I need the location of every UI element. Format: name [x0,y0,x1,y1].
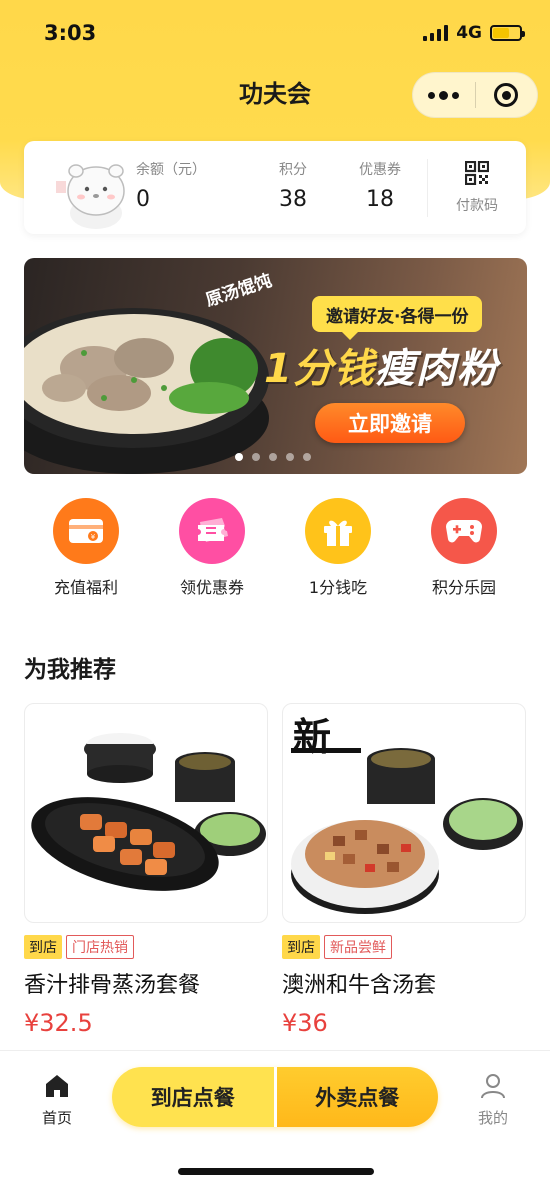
points-stat[interactable]: 积分 38 [268,159,318,212]
avatar[interactable] [50,151,138,231]
product-card[interactable]: 新 到店 新品尝鲜 澳洲和牛含汤套 ¥36 [282,703,526,1037]
pager-dot[interactable] [235,453,243,461]
promo-tag: 新品尝鲜 [324,935,392,959]
product-name: 香汁排骨蒸汤套餐 [24,973,201,998]
points-label: 积分 [279,162,307,178]
product-image: 新 [282,703,526,923]
tab-me-label: 我的 [477,1109,508,1127]
promo-banner[interactable]: 原汤馄饨 邀请好友·各得一份 1分钱瘦肉粉 立即邀请 [24,258,527,474]
dine-in-order-button[interactable]: 到店点餐 [112,1067,274,1127]
paycode-label: 付款码 [456,198,498,214]
promo-tag: 门店热销 [66,935,134,959]
takeout-order-button[interactable]: 外卖点餐 [273,1067,438,1127]
miniprogram-capsule [412,72,538,118]
product-card[interactable]: 到店 门店热销 香汁排骨蒸汤套餐 ¥32.5 [24,703,268,1037]
product-tags: 到店 门店热销 [24,935,268,959]
pager-dot[interactable] [252,453,260,461]
coupons-stat[interactable]: 优惠券 18 [354,159,406,212]
dine-in-tag: 到店 [24,935,62,959]
svg-text:¥: ¥ [91,533,96,541]
product-image [24,703,268,923]
product-price: ¥32.5 [24,1009,93,1037]
recommend-title: 为我推荐 [24,657,116,683]
qrcode-icon [464,160,490,186]
more-menu-button[interactable] [413,73,475,117]
tab-me[interactable]: 我的 [466,1073,520,1128]
coupon-ticket-icon [179,498,245,564]
pager-dot[interactable] [286,453,294,461]
balance-label: 余额（元） [136,162,206,178]
paycode-button[interactable]: 付款码 [447,160,507,215]
invite-button[interactable]: 立即邀请 [315,403,465,443]
banner-pager [235,453,311,461]
balance-stat[interactable]: 余额（元） 0 [136,159,206,212]
order-button-group: 到店点餐 外卖点餐 [112,1067,438,1127]
gamepad-icon [431,498,497,564]
battery-icon [490,25,525,41]
product-name: 澳洲和牛含汤套 [282,973,437,998]
shortcut-label: 积分乐园 [431,578,496,597]
status-indicators: 4G [423,23,525,43]
product-price: ¥36 [282,1009,328,1037]
tab-home-label: 首页 [41,1109,72,1127]
network-type: 4G [456,23,482,43]
dine-in-tag: 到店 [282,935,320,959]
account-card: 余额（元） 0 积分 38 优惠券 18 付款码 [24,141,526,234]
target-icon [494,83,519,107]
shortcut-grid: ¥ 充值福利 领优惠券 1分钱吃 积分乐园 [0,498,550,598]
banner-tag: 邀请好友·各得一份 [312,296,483,340]
pager-dot[interactable] [303,453,311,461]
shortcut-label: 领优惠券 [179,578,244,597]
tab-home[interactable]: 首页 [30,1073,84,1128]
shortcut-label: 1分钱吃 [308,578,368,597]
more-dots-icon [428,90,460,100]
shortcut-coupon[interactable]: 领优惠券 [157,498,267,598]
coupons-value: 18 [366,187,394,212]
home-indicator [178,1168,374,1175]
gift-box-icon [305,498,371,564]
product-tags: 到店 新品尝鲜 [282,935,526,959]
shortcut-one-cent[interactable]: 1分钱吃 [283,498,393,598]
user-icon [481,1074,505,1099]
signal-icon [423,25,449,41]
recharge-card-icon: ¥ [53,498,119,564]
close-miniprogram-button[interactable] [476,73,538,117]
shortcut-recharge[interactable]: ¥ 充值福利 [31,498,141,598]
home-icon [46,1075,68,1097]
points-value: 38 [279,187,307,212]
shortcut-points-park[interactable]: 积分乐园 [409,498,519,598]
status-bar: 3:03 4G [0,0,550,66]
status-time: 3:03 [44,21,97,45]
coupons-label: 优惠券 [359,162,401,178]
banner-headline: 1分钱瘦肉粉 [264,346,498,392]
shortcut-label: 充值福利 [53,578,118,597]
balance-value: 0 [136,187,150,212]
pager-dot[interactable] [269,453,277,461]
